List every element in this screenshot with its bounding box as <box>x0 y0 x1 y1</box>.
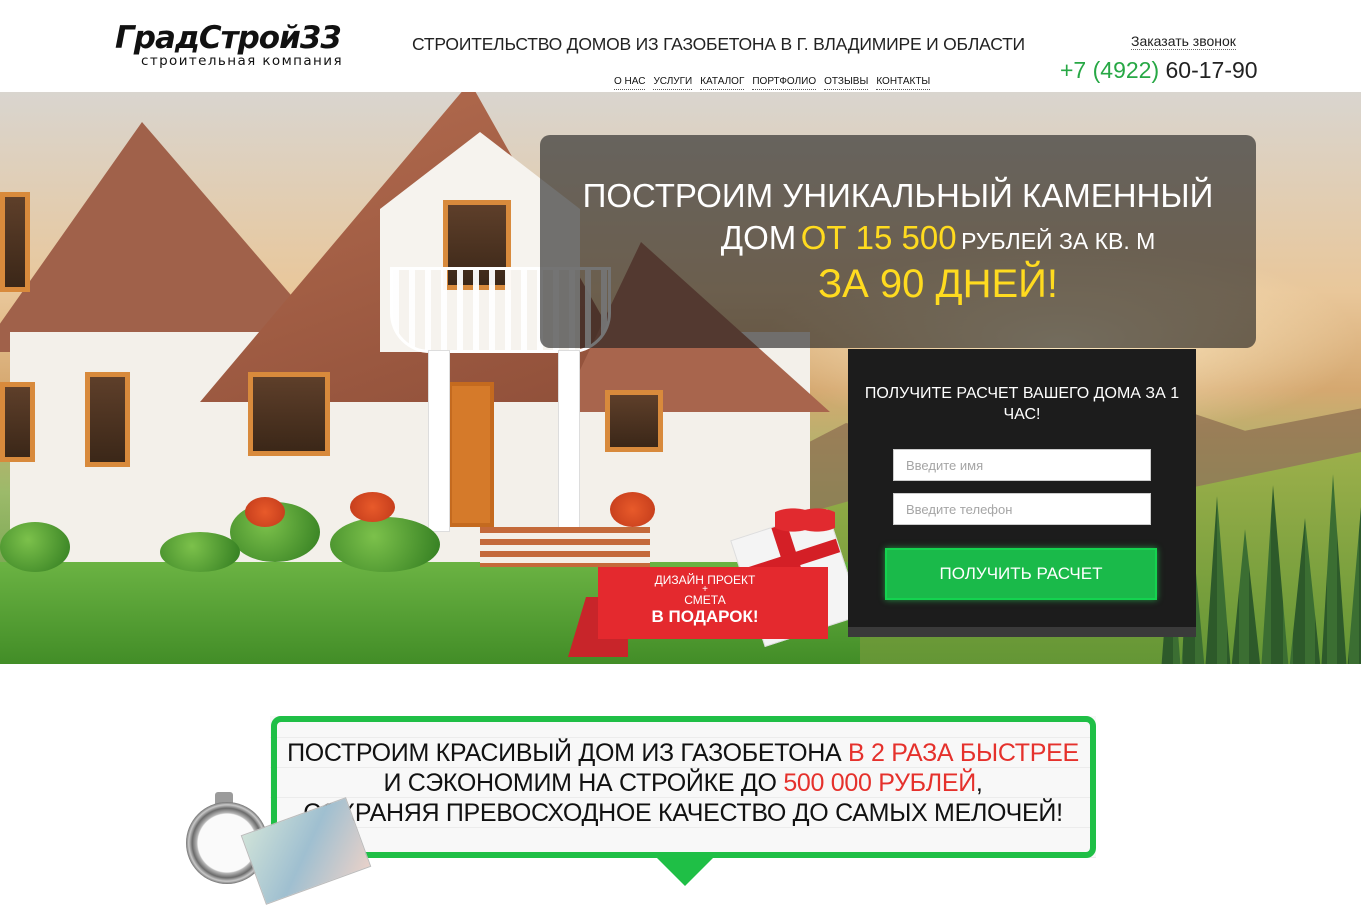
gift-line-estimate: СМЕТА <box>684 593 726 607</box>
benefits-l2-highlight: 500 000 РУБЛЕЙ <box>783 769 976 797</box>
hero-price: ОТ 15 500 <box>800 219 957 256</box>
nav-item-portfolio[interactable]: ПОРТФОЛИО <box>752 76 817 90</box>
gift-bow-icon <box>775 500 835 540</box>
phone-code: +7 (4922) <box>1060 57 1160 83</box>
bush <box>0 522 70 572</box>
name-input[interactable] <box>893 449 1151 481</box>
nav-item-services[interactable]: УСЛУГИ <box>653 76 693 90</box>
window <box>0 192 30 292</box>
site-header: ГрадСтрой33 строительная компания СТРОИТ… <box>0 0 1361 92</box>
money-icon <box>240 797 372 905</box>
hero-section: ПОСТРОИМ УНИКАЛЬНЫЙ КАМЕННЫЙ ДОМ ОТ 15 5… <box>0 92 1361 664</box>
callback-link[interactable]: Заказать звонок <box>1131 33 1236 50</box>
gift-text-top: ДИЗАЙН ПРОЕКТ + СМЕТА <box>610 574 800 606</box>
column <box>428 350 450 532</box>
flowers <box>245 497 285 527</box>
door <box>448 382 494 527</box>
hero-headline-line2: ДОМ ОТ 15 500 РУБЛЕЙ ЗА КВ. М <box>620 219 1256 257</box>
benefits-l1-highlight: В 2 РАЗА БЫСТРЕЕ <box>848 739 1079 767</box>
phone-main: 60-17-90 <box>1165 57 1258 83</box>
benefits-l2-comma: , <box>975 769 983 797</box>
hero-headline-line1: ПОСТРОИМ УНИКАЛЬНЫЙ КАМЕННЫЙ <box>582 177 1214 214</box>
benefits-line3: СОХРАНЯЯ ПРЕВОСХОДНОЕ КАЧЕСТВО ДО САМЫХ … <box>303 799 1063 827</box>
hero-word-house: ДОМ <box>720 219 797 256</box>
benefits-text: ПОСТРОИМ КРАСИВЫЙ ДОМ ИЗ ГАЗОБЕТОНА В 2 … <box>275 738 1091 828</box>
calc-form-bottom-bar <box>848 627 1196 637</box>
logo-subtitle: строительная компания <box>141 53 343 69</box>
hero-headline-panel: ПОСТРОИМ УНИКАЛЬНЫЙ КАМЕННЫЙ ДОМ ОТ 15 5… <box>540 135 1256 348</box>
benefits-l2-text: И СЭКОНОМИМ НА СТРОЙКЕ ДО <box>383 769 777 797</box>
phone-number[interactable]: +7 (4922) 60-17-90 <box>1060 57 1258 84</box>
column <box>558 350 580 532</box>
phone-input[interactable] <box>893 493 1151 525</box>
calc-form: ПОЛУЧИТЕ РАСЧЕТ ВАШЕГО ДОМА ЗА 1 ЧАС! ПО… <box>848 349 1196 634</box>
window <box>605 390 663 452</box>
bush <box>330 517 440 572</box>
benefits-line2: И СЭКОНОМИМ НА СТРОЙКЕ ДО 500 000 РУБЛЕЙ… <box>275 768 1091 798</box>
main-nav: О НАС УСЛУГИ КАТАЛОГ ПОРТФОЛИО ОТЗЫВЫ КО… <box>614 76 931 90</box>
gift-ribbon: ДИЗАЙН ПРОЕКТ + СМЕТА В ПОДАРОК! <box>568 559 828 657</box>
window <box>0 382 35 462</box>
window <box>248 372 330 456</box>
nav-item-about[interactable]: О НАС <box>614 76 646 90</box>
nav-item-reviews[interactable]: ОТЗЫВЫ <box>824 76 869 90</box>
flowers <box>350 492 395 522</box>
calc-form-title: ПОЛУЧИТЕ РАСЧЕТ ВАШЕГО ДОМА ЗА 1 ЧАС! <box>864 385 1180 423</box>
get-calc-button[interactable]: ПОЛУЧИТЬ РАСЧЕТ <box>885 548 1157 600</box>
benefits-l1-text: ПОСТРОИМ КРАСИВЫЙ ДОМ ИЗ ГАЗОБЕТОНА <box>287 739 842 767</box>
benefits-section: ПОСТРОИМ КРАСИВЫЙ ДОМ ИЗ ГАЗОБЕТОНА В 2 … <box>0 664 1361 905</box>
benefits-line1: ПОСТРОИМ КРАСИВЫЙ ДОМ ИЗ ГАЗОБЕТОНА В 2 … <box>275 738 1091 768</box>
gift-line-present: В ПОДАРОК! <box>651 607 759 626</box>
nav-item-contacts[interactable]: КОНТАКТЫ <box>876 76 931 90</box>
bush <box>160 532 240 572</box>
logo-name: ГрадСтрой33 <box>115 20 342 56</box>
window <box>85 372 130 467</box>
arrow-down-icon <box>653 854 717 886</box>
nav-item-catalog[interactable]: КАТАЛОГ <box>700 76 745 90</box>
flowers <box>610 492 655 527</box>
hero-price-unit: РУБЛЕЙ ЗА КВ. М <box>961 228 1156 254</box>
hero-headline-deadline: ЗА 90 ДНЕЙ! <box>817 262 1059 306</box>
logo[interactable]: ГрадСтрой33 строительная компания <box>115 22 383 69</box>
header-tagline: СТРОИТЕЛЬСТВО ДОМОВ ИЗ ГАЗОБЕТОНА В Г. В… <box>412 34 1025 54</box>
